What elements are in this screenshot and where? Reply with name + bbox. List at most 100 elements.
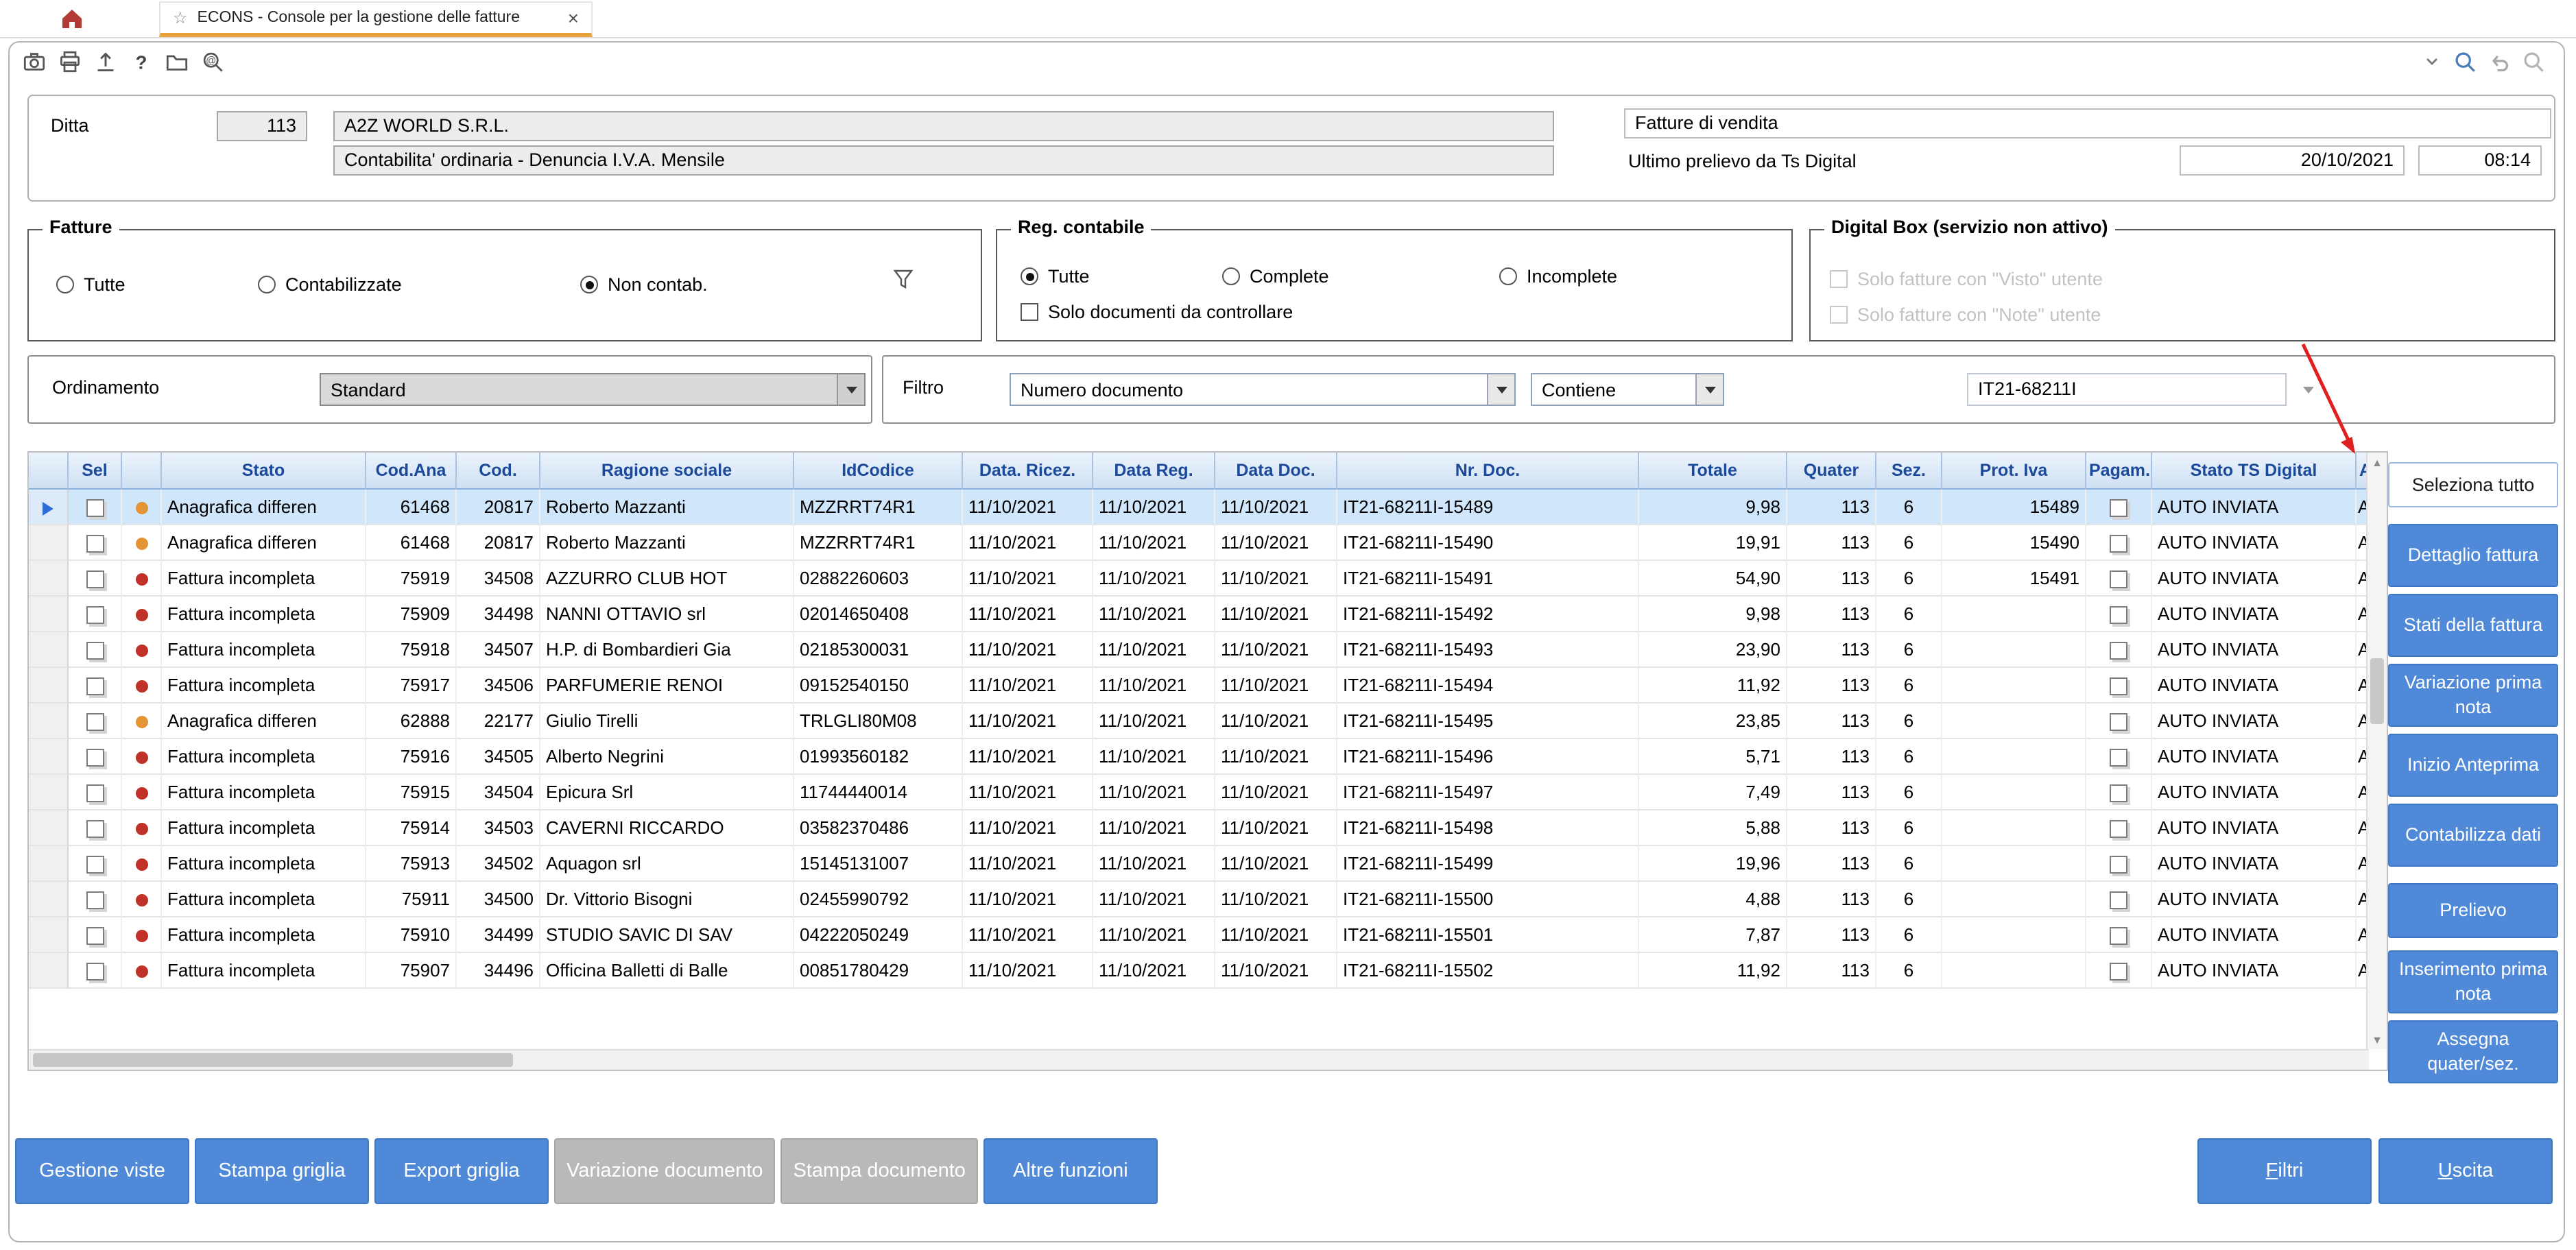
stati-della-fattura-button[interactable]: Stati della fattura — [2388, 594, 2558, 657]
prelievo-button[interactable]: Prelievo — [2388, 883, 2558, 938]
inserimento-prima-nota-button[interactable]: Inserimento prima nota — [2388, 950, 2558, 1013]
column-header-blank[interactable] — [29, 453, 69, 490]
radio-tutte[interactable]: Tutte — [1021, 266, 1090, 287]
payment-checkbox-icon[interactable] — [2110, 820, 2127, 838]
radio-complete[interactable]: Complete — [1222, 266, 1329, 287]
invoice-row[interactable]: Fattura incompleta7591334502Aquagon srl1… — [29, 846, 2369, 882]
invoice-type-field[interactable]: Fatture di vendita — [1624, 108, 2551, 139]
last-pull-time-field[interactable]: 08:14 — [2418, 145, 2542, 176]
checkbox-solo-fatture-con-visto-utente[interactable]: Solo fatture con "Visto" utente — [1830, 269, 2103, 289]
search-mail-icon[interactable]: @ — [199, 48, 226, 75]
row-select-checkbox-icon[interactable] — [86, 535, 104, 553]
radio-incomplete[interactable]: Incomplete — [1499, 266, 1617, 287]
invoice-row[interactable]: Fattura incompleta7591934508AZZURRO CLUB… — [29, 561, 2369, 597]
row-select-checkbox-icon[interactable] — [86, 891, 104, 909]
payment-checkbox-icon[interactable] — [2110, 606, 2127, 624]
filtro-value-chevron-icon[interactable] — [2303, 387, 2314, 394]
invoice-row[interactable]: Fattura incompleta7591134500Dr. Vittorio… — [29, 882, 2369, 917]
invoice-row[interactable]: Fattura incompleta7591634505Alberto Negr… — [29, 739, 2369, 775]
column-header-data-doc[interactable]: Data Doc. — [1215, 453, 1337, 490]
zoom-icon[interactable] — [2520, 48, 2547, 75]
export-griglia-button[interactable]: Export griglia — [374, 1138, 549, 1204]
company-detail-field[interactable]: Contabilita' ordinaria - Denuncia I.V.A.… — [333, 145, 1554, 176]
payment-checkbox-icon[interactable] — [2110, 677, 2127, 695]
inizio-anteprima-button[interactable]: Inizio Anteprima — [2388, 734, 2558, 797]
invoice-row[interactable]: Fattura incompleta7591034499STUDIO SAVIC… — [29, 917, 2369, 953]
column-header-sel[interactable]: Sel — [69, 453, 122, 490]
ordering-select-arrow-icon[interactable] — [837, 374, 864, 405]
payment-checkbox-icon[interactable] — [2110, 535, 2127, 553]
help-icon[interactable]: ? — [128, 48, 155, 75]
column-header-stato-ts-digital[interactable]: Stato TS Digital — [2152, 453, 2357, 490]
invoice-row[interactable]: Fattura incompleta7591834507H.P. di Bomb… — [29, 632, 2369, 668]
payment-checkbox-icon[interactable] — [2110, 749, 2127, 767]
column-header-quater[interactable]: Quater — [1787, 453, 1876, 490]
column-header-idcodice[interactable]: IdCodice — [794, 453, 963, 490]
printer-icon[interactable] — [56, 48, 84, 75]
uscita-button[interactable]: Uscita — [2378, 1138, 2553, 1204]
horizontal-scrollbar[interactable] — [29, 1049, 2369, 1070]
payment-checkbox-icon[interactable] — [2110, 499, 2127, 517]
row-select-checkbox-icon[interactable] — [86, 963, 104, 981]
column-header-pagam[interactable]: Pagam. — [2086, 453, 2152, 490]
last-pull-date-field[interactable]: 20/10/2021 — [2180, 145, 2405, 176]
row-select-checkbox-icon[interactable] — [86, 749, 104, 767]
ordering-select[interactable]: Standard — [320, 373, 866, 406]
column-header-prot-iva[interactable]: Prot. Iva — [1942, 453, 2086, 490]
payment-checkbox-icon[interactable] — [2110, 784, 2127, 802]
company-name-field[interactable]: A2Z WORLD S.R.L. — [333, 111, 1554, 141]
filtro-operator-arrow-icon[interactable] — [1695, 374, 1723, 405]
invoice-row[interactable]: Fattura incompleta7590934498NANNI OTTAVI… — [29, 597, 2369, 632]
vertical-scrollbar[interactable]: ▲ ▼ — [2366, 453, 2387, 1049]
invoice-row[interactable]: Fattura incompleta7591734506PARFUMERIE R… — [29, 668, 2369, 704]
dettaglio-fattura-button[interactable]: Dettaglio fattura — [2388, 524, 2558, 587]
home-icon[interactable] — [55, 4, 88, 33]
upload-icon[interactable] — [92, 48, 119, 75]
ditta-code-field[interactable]: 113 — [217, 111, 307, 141]
checkbox-solo-fatture-con-note-utente[interactable]: Solo fatture con "Note" utente — [1830, 304, 2101, 325]
column-header-nr-doc[interactable]: Nr. Doc. — [1337, 453, 1639, 490]
radio-non-contab[interactable]: Non contab. — [580, 274, 708, 295]
column-header-totale[interactable]: Totale — [1639, 453, 1787, 490]
column-header-data-ricez[interactable]: Data. Ricez. — [963, 453, 1093, 490]
filtro-field-arrow-icon[interactable] — [1487, 374, 1514, 405]
undo-icon[interactable] — [2485, 48, 2513, 75]
column-header-data-reg[interactable]: Data Reg. — [1093, 453, 1215, 490]
payment-checkbox-icon[interactable] — [2110, 856, 2127, 874]
filter-funnel-icon[interactable] — [893, 269, 914, 298]
seleziona-tutto-button[interactable]: Seleziona tutto — [2388, 462, 2558, 507]
radio-tutte[interactable]: Tutte — [56, 274, 126, 295]
row-select-checkbox-icon[interactable] — [86, 570, 104, 588]
column-header-ragione-sociale[interactable]: Ragione sociale — [540, 453, 794, 490]
variazione-prima-nota-button[interactable]: Variazione prima nota — [2388, 664, 2558, 727]
row-select-checkbox-icon[interactable] — [86, 677, 104, 695]
payment-checkbox-icon[interactable] — [2110, 642, 2127, 660]
invoice-row[interactable]: Fattura incompleta7591534504Epicura Srl1… — [29, 775, 2369, 810]
column-header-cod[interactable]: Cod. — [457, 453, 540, 490]
variazione-documento-button[interactable]: Variazione documento — [554, 1138, 775, 1204]
horizontal-scrollbar-thumb[interactable] — [33, 1053, 513, 1067]
invoice-row[interactable]: Fattura incompleta7590734496Officina Bal… — [29, 953, 2369, 989]
search-icon[interactable] — [2451, 48, 2479, 75]
row-select-checkbox-icon[interactable] — [86, 820, 104, 838]
favorite-star-icon[interactable]: ☆ — [173, 8, 188, 27]
vertical-scrollbar-thumb[interactable] — [2370, 658, 2384, 724]
browser-tab[interactable]: ☆ ECONS - Console per la gestione delle … — [159, 1, 593, 37]
column-header-sez[interactable]: Sez. — [1876, 453, 1942, 490]
invoice-row[interactable]: Anagrafica differen6288822177Giulio Tire… — [29, 704, 2369, 739]
scroll-down-icon[interactable]: ▼ — [2368, 1030, 2387, 1049]
payment-checkbox-icon[interactable] — [2110, 963, 2127, 981]
stampa-documento-button[interactable]: Stampa documento — [780, 1138, 978, 1204]
payment-checkbox-icon[interactable] — [2110, 891, 2127, 909]
filtri-button[interactable]: Filtri — [2197, 1138, 2372, 1204]
altre-funzioni-button[interactable]: Altre funzioni — [983, 1138, 1158, 1204]
filtro-operator-select[interactable]: Contiene — [1531, 373, 1724, 406]
camera-icon[interactable] — [21, 48, 48, 75]
column-header-blank[interactable] — [122, 453, 162, 490]
row-select-checkbox-icon[interactable] — [86, 499, 104, 517]
column-header-cod-ana[interactable]: Cod.Ana — [366, 453, 457, 490]
row-select-checkbox-icon[interactable] — [86, 927, 104, 945]
folder-icon[interactable] — [163, 48, 191, 75]
tab-close-icon[interactable]: × — [568, 8, 579, 27]
column-header-stato[interactable]: Stato — [162, 453, 366, 490]
